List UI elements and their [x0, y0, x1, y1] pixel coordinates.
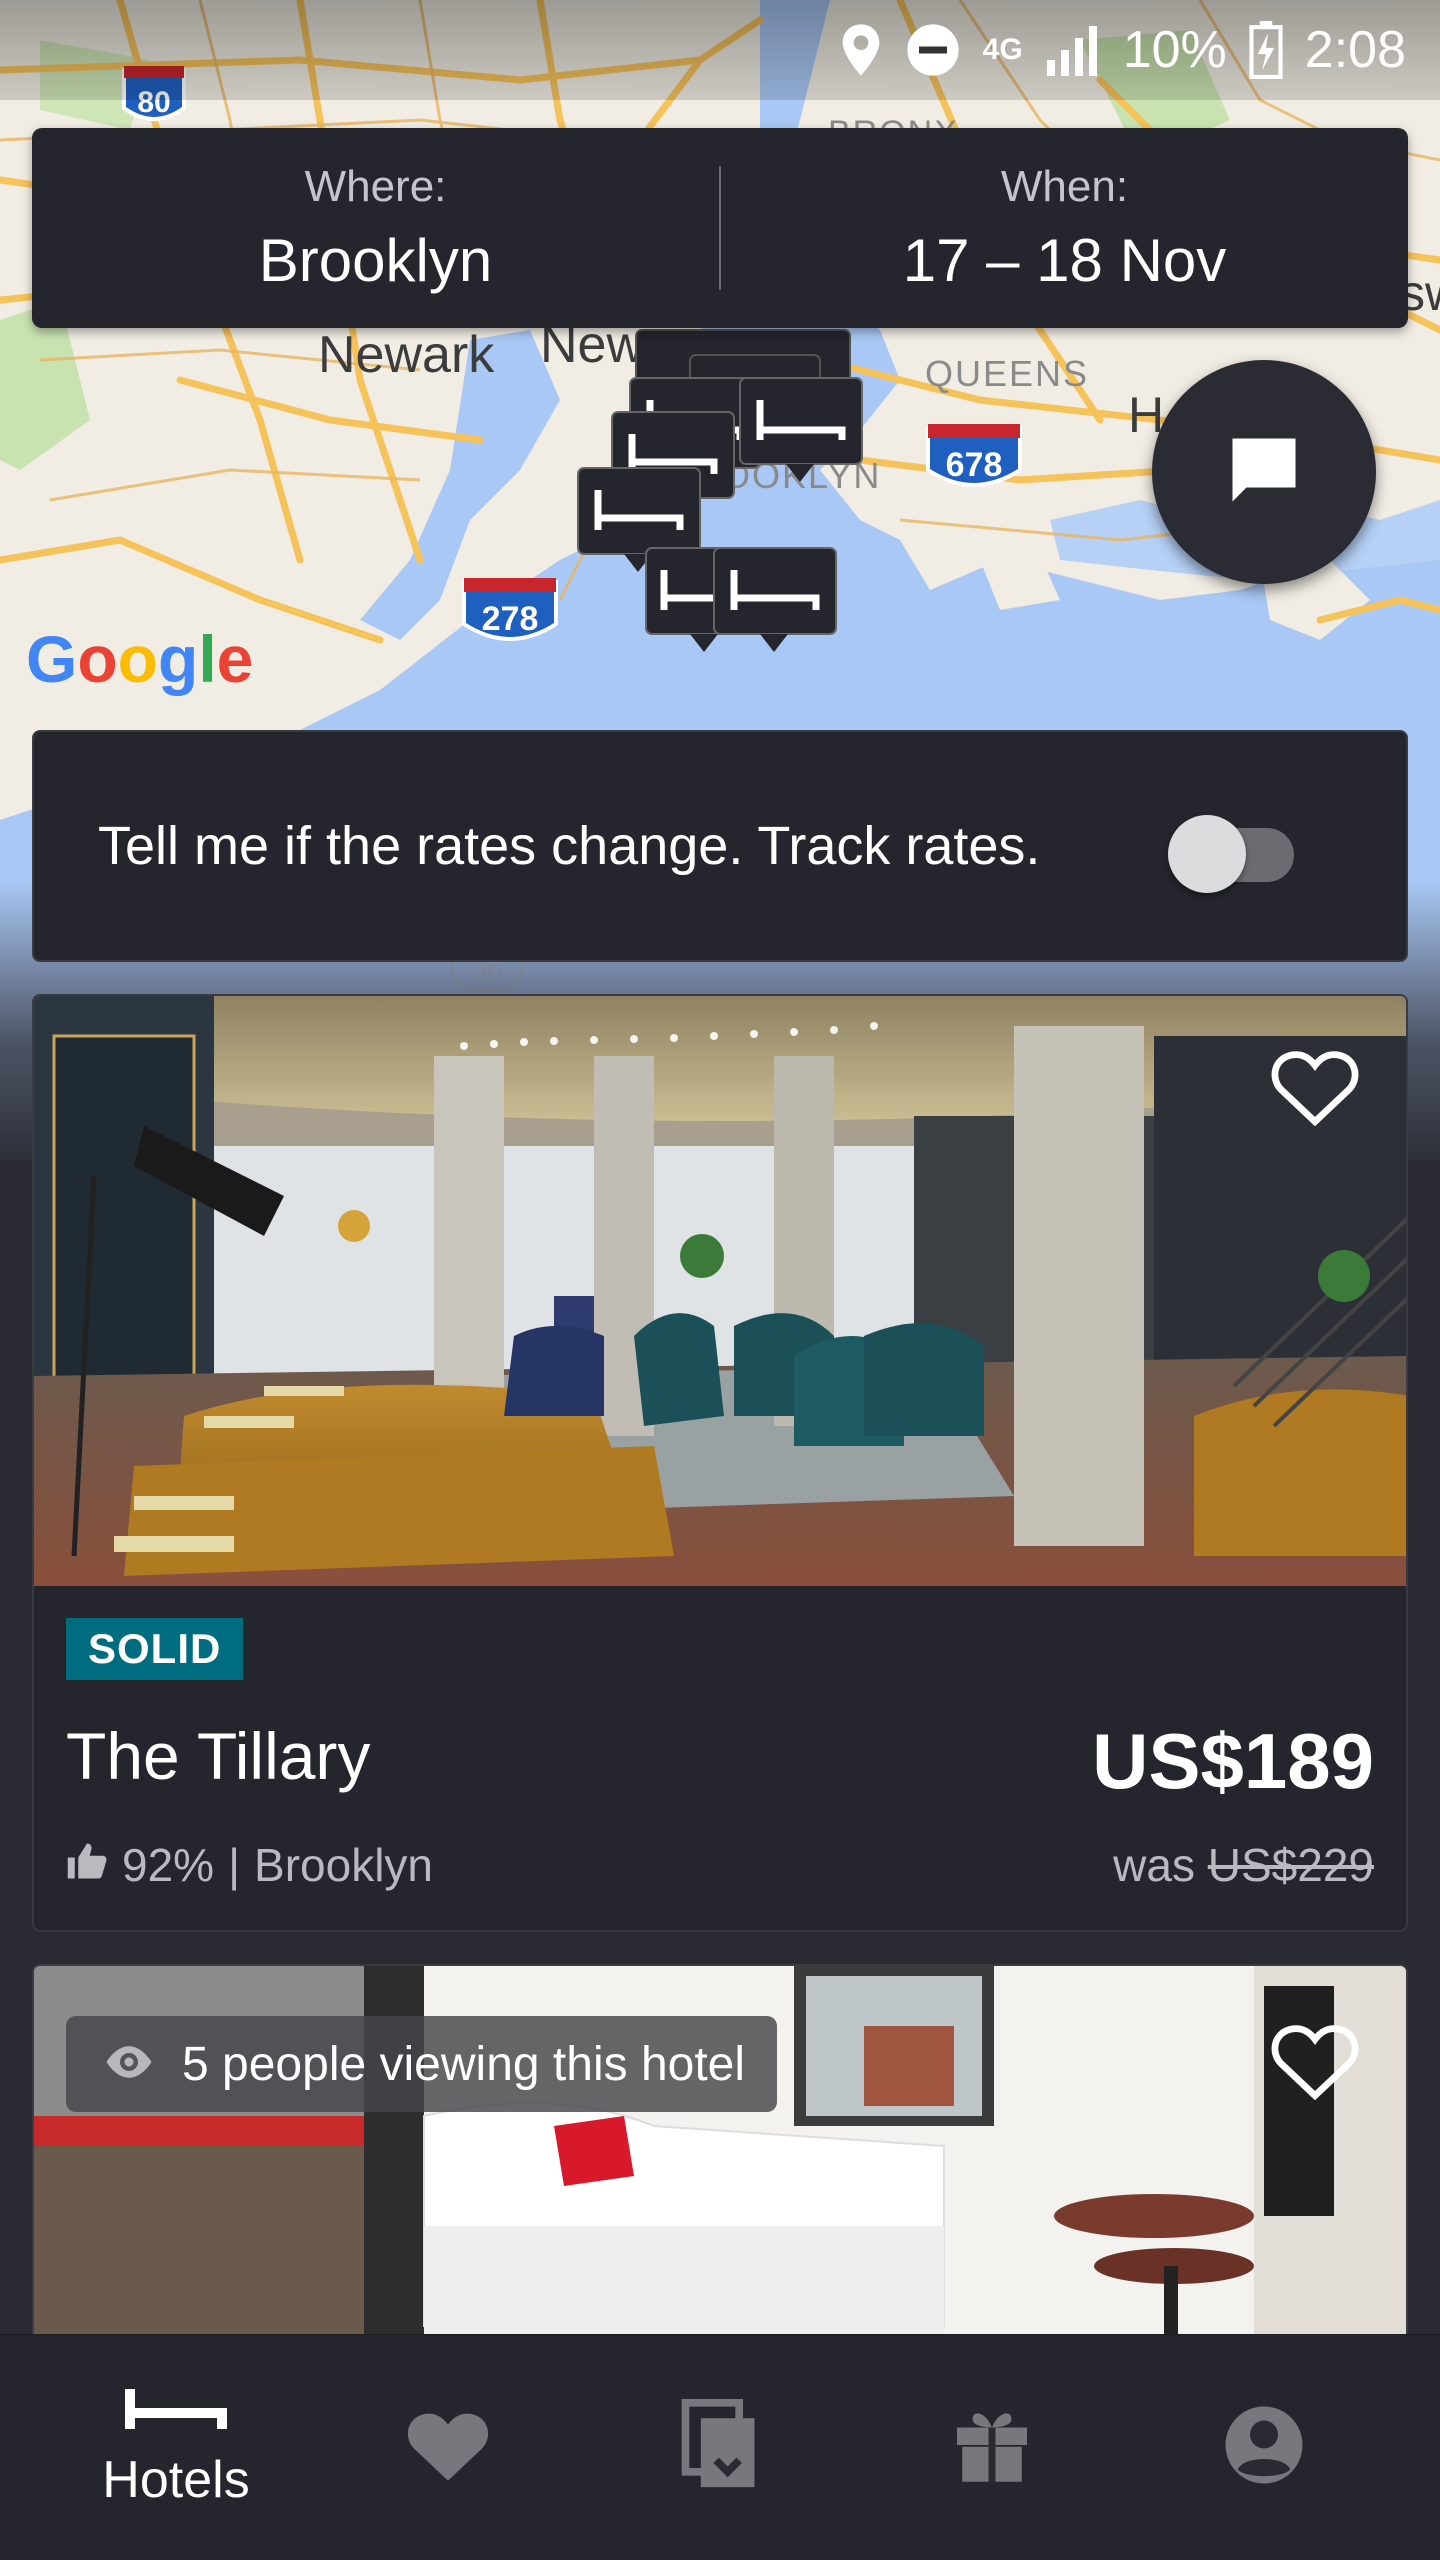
nav-hotels-label: Hotels: [102, 2451, 250, 2509]
meta-separator: |: [228, 1839, 241, 1891]
search-header: Where: Brooklyn When: 17 – 18 Nov: [32, 128, 1408, 328]
signal-icon: [1045, 24, 1101, 76]
rating-badge: SOLID: [66, 1618, 244, 1680]
gift-icon: [950, 2403, 1034, 2492]
nav-hotels[interactable]: Hotels: [66, 2348, 286, 2548]
where-label: Where:: [304, 161, 447, 211]
track-rates-toggle[interactable]: [1168, 811, 1298, 893]
viewers-text: 5 people viewing this hotel: [182, 2037, 746, 2091]
thumbs-up-icon: [66, 1838, 108, 1892]
original-price: was US$229: [1113, 1838, 1374, 1892]
was-price: US$229: [1207, 1839, 1374, 1891]
shield-678-icon: 678: [926, 424, 1022, 487]
hotel-meta: 92% | Brooklyn: [66, 1838, 433, 1892]
track-rates-card: Tell me if the rates change. Track rates…: [32, 730, 1408, 962]
hotel-card[interactable]: SOLID The Tillary US$189 92% | Brooklyn …: [32, 994, 1408, 1932]
toggle-knob: [1168, 815, 1246, 893]
battery-charging-icon: [1249, 21, 1283, 79]
hotel-rating: 92%: [122, 1839, 215, 1891]
bottom-navigation: Hotels: [0, 2334, 1440, 2560]
eye-icon: [102, 2037, 156, 2092]
heart-icon: [403, 2405, 493, 2490]
favorite-heart-icon[interactable]: [1270, 1046, 1360, 1131]
favorite-heart-icon[interactable]: [1270, 2020, 1360, 2105]
map-label-queens: QUEENS: [925, 353, 1089, 394]
viewers-banner: 5 people viewing this hotel: [66, 2016, 778, 2112]
nav-bookings[interactable]: [610, 2348, 830, 2548]
bed-icon: [124, 2385, 228, 2438]
nav-account[interactable]: [1154, 2348, 1374, 2548]
do-not-disturb-icon: [905, 22, 961, 78]
hotel-search-screen: Newark New QUEENS OOKLYN BRONX H nd sw 8…: [0, 0, 1440, 2560]
lobby-photo-image: [34, 996, 1406, 1586]
hotel-location: Brooklyn: [254, 1839, 433, 1891]
hotel-price: US$189: [1092, 1717, 1374, 1805]
track-rates-text: Tell me if the rates change. Track rates…: [98, 816, 1041, 876]
where-value: Brooklyn: [258, 226, 493, 294]
when-label: When:: [1000, 161, 1129, 211]
nav-favorites[interactable]: [338, 2348, 558, 2548]
map-label-newark: Newark: [318, 326, 495, 384]
battery-percent: 10%: [1122, 21, 1227, 79]
when-field[interactable]: When: 17 – 18 Nov: [721, 128, 1408, 328]
hotel-name: The Tillary: [66, 1719, 371, 1793]
clock: 2:08: [1304, 21, 1406, 79]
hotel-photo[interactable]: [34, 996, 1406, 1586]
shield-278-icon: 278: [462, 578, 558, 641]
chat-icon: [1222, 428, 1306, 517]
network-type-icon: 4G: [982, 33, 1023, 66]
was-label: was: [1113, 1839, 1195, 1891]
nav-rewards[interactable]: [882, 2348, 1102, 2548]
where-field[interactable]: Where: Brooklyn: [32, 128, 719, 328]
when-value: 17 – 18 Nov: [902, 226, 1227, 294]
status-bar: 4G 10% 2:08: [0, 0, 1440, 100]
bookings-icon: [681, 2399, 759, 2496]
google-attribution: Google: [26, 622, 253, 696]
hotel-info: SOLID The Tillary US$189 92% | Brooklyn …: [34, 1586, 1406, 1930]
chat-button[interactable]: [1152, 360, 1376, 584]
location-icon: [839, 22, 883, 78]
svg-text:678: 678: [946, 446, 1003, 484]
svg-text:278: 278: [482, 600, 539, 638]
account-icon: [1222, 2403, 1306, 2492]
